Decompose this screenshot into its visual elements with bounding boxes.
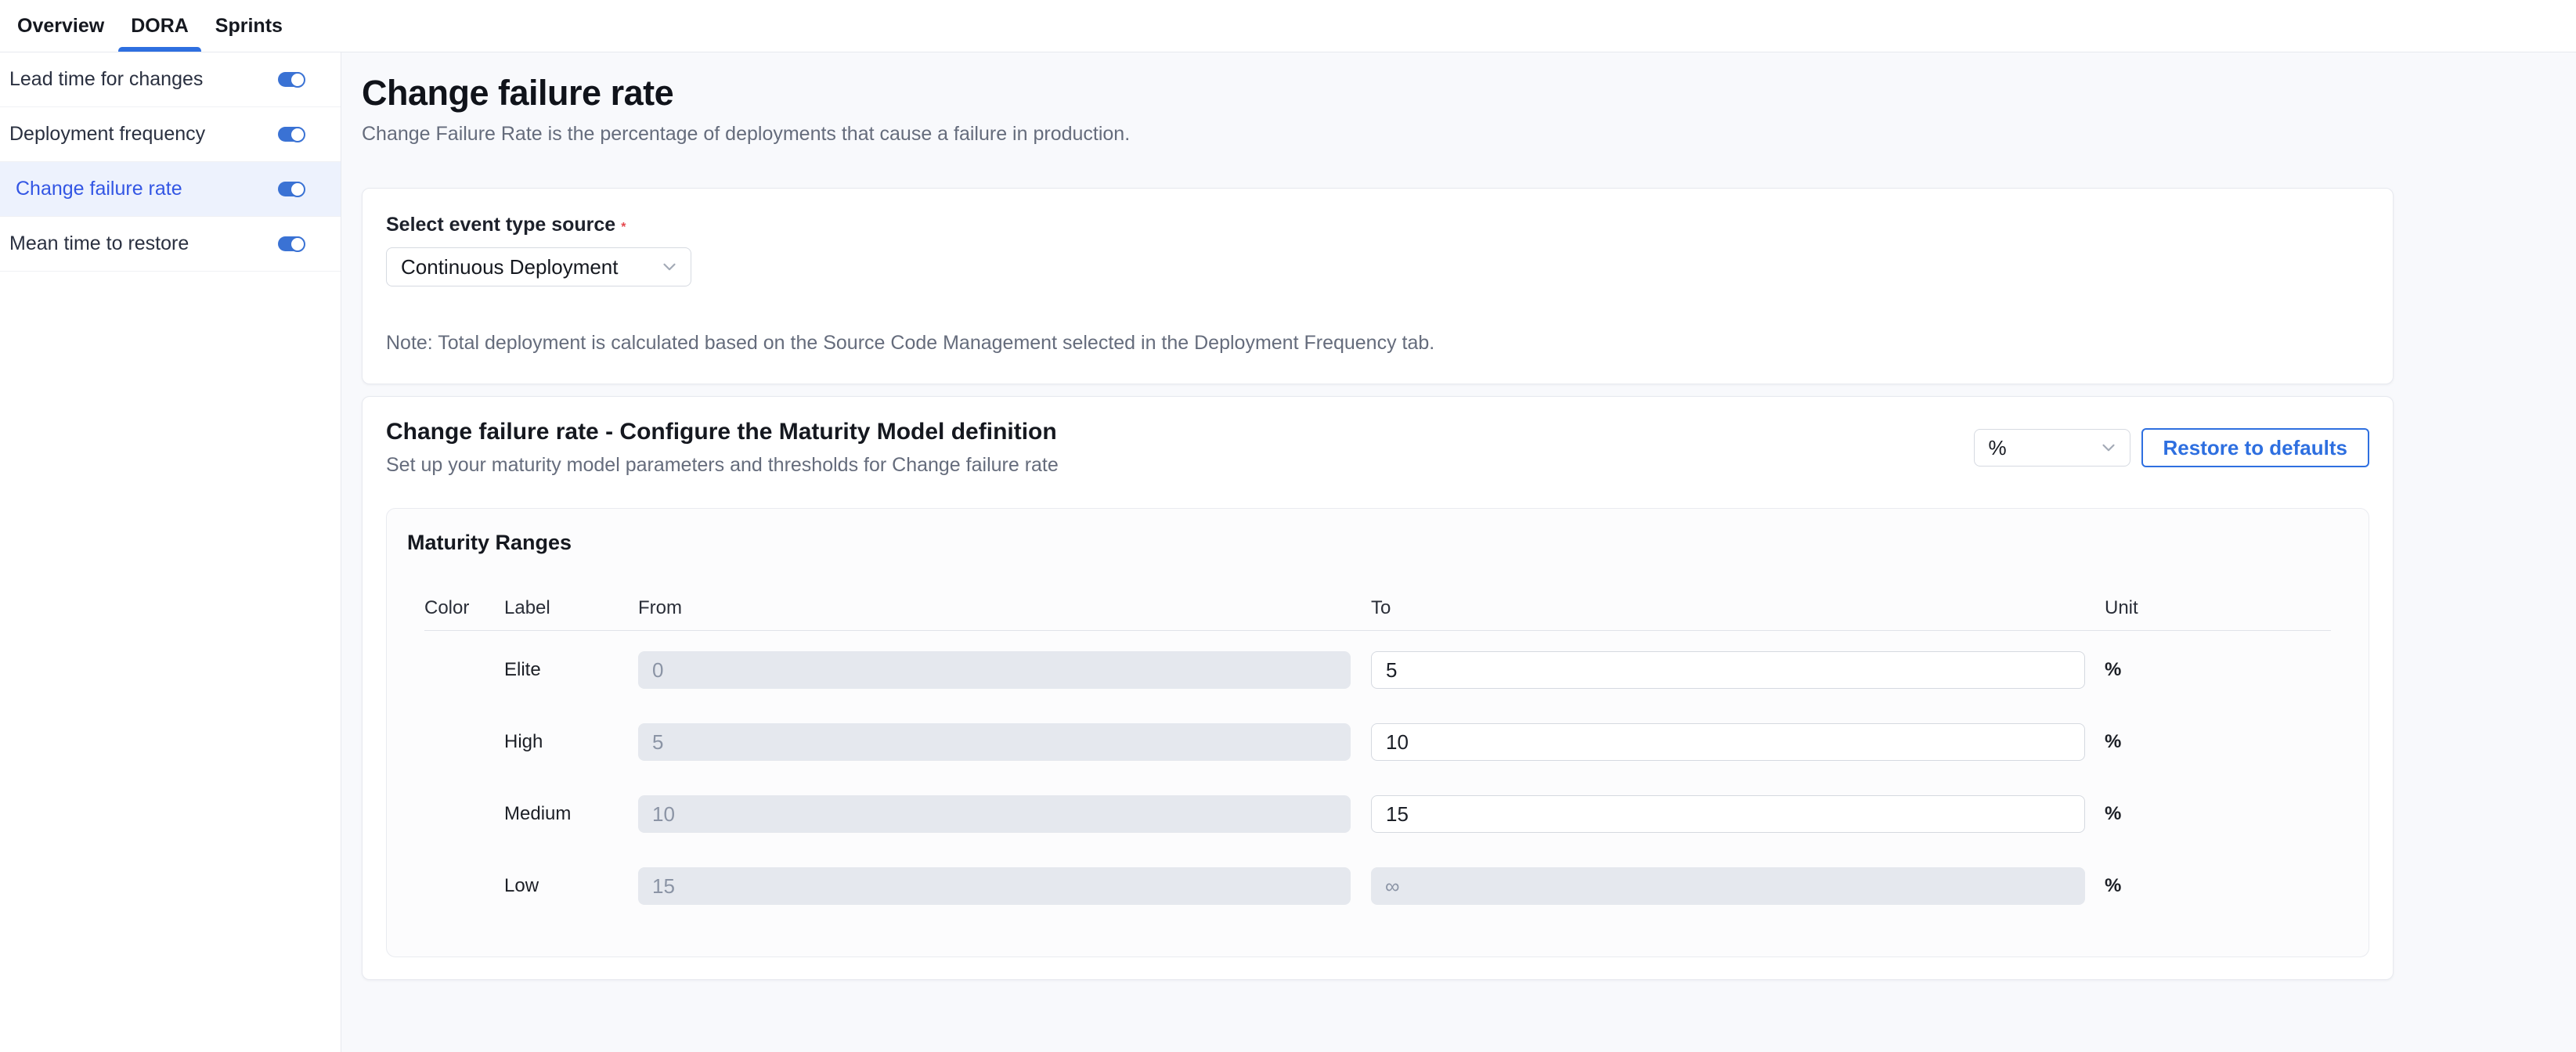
table-header-row: Color Label From To Unit xyxy=(424,597,2331,631)
range-from-input xyxy=(638,651,1351,689)
sidebar-item-mean-time-to-restore[interactable]: Mean time to restore xyxy=(0,217,341,272)
range-to-input[interactable] xyxy=(1371,723,2085,761)
page-description: Change Failure Rate is the percentage of… xyxy=(362,123,2394,146)
range-to-input[interactable] xyxy=(1371,795,2085,833)
range-label: High xyxy=(504,731,638,753)
maturity-range-row: Medium % xyxy=(424,795,2331,833)
toggle-change-failure-rate[interactable] xyxy=(278,182,305,196)
toggle-knob xyxy=(290,236,305,252)
range-unit: % xyxy=(2105,803,2331,825)
maturity-ranges-panel: Maturity Ranges Color Label From To Unit… xyxy=(386,508,2369,957)
top-tab-bar: Overview DORA Sprints xyxy=(0,0,2576,52)
sidebar-item-label: Change failure rate xyxy=(16,178,182,200)
tab-overview[interactable]: Overview xyxy=(17,0,104,52)
column-header-to: To xyxy=(1371,597,2105,619)
event-source-label: Select event type source xyxy=(386,214,615,236)
restore-to-defaults-button[interactable]: Restore to defaults xyxy=(2141,428,2370,467)
maturity-card-title: Change failure rate - Configure the Matu… xyxy=(386,419,1059,445)
chevron-down-icon xyxy=(2098,438,2119,458)
sidebar-item-lead-time-for-changes[interactable]: Lead time for changes xyxy=(0,52,341,107)
maturity-card-heading: Change failure rate - Configure the Matu… xyxy=(386,419,1059,477)
toggle-knob xyxy=(290,182,305,197)
range-from-input xyxy=(638,723,1351,761)
event-source-dropdown-value: Continuous Deployment xyxy=(401,255,619,279)
sidebar-item-change-failure-rate[interactable]: Change failure rate xyxy=(0,162,341,217)
column-header-unit: Unit xyxy=(2105,597,2331,619)
page-title: Change failure rate xyxy=(362,73,2394,113)
table-body: Elite % High % Medium % Low % xyxy=(424,651,2331,905)
sidebar-item-deployment-frequency[interactable]: Deployment frequency xyxy=(0,107,341,162)
range-unit: % xyxy=(2105,659,2331,681)
maturity-range-row: Elite % xyxy=(424,651,2331,689)
unit-dropdown-value: % xyxy=(1989,436,2007,460)
maturity-ranges-title: Maturity Ranges xyxy=(387,531,2369,555)
toggle-knob xyxy=(290,72,305,88)
sidebar-item-label: Deployment frequency xyxy=(9,123,205,146)
maturity-model-card: Change failure rate - Configure the Matu… xyxy=(362,396,2394,980)
maturity-range-row: High % xyxy=(424,723,2331,761)
toggle-mean-time-to-restore[interactable] xyxy=(278,236,305,251)
range-unit: % xyxy=(2105,875,2331,897)
range-unit: % xyxy=(2105,731,2331,753)
event-source-dropdown[interactable]: Continuous Deployment xyxy=(386,247,691,286)
range-label: Low xyxy=(504,875,638,897)
main-content: Change failure rate Change Failure Rate … xyxy=(341,52,2576,1052)
chevron-down-icon xyxy=(659,257,680,277)
event-source-card: Select event type source * Continuous Dep… xyxy=(362,188,2394,384)
range-label: Medium xyxy=(504,803,638,825)
tab-sprints[interactable]: Sprints xyxy=(215,0,283,52)
sidebar-item-label: Lead time for changes xyxy=(9,68,203,91)
column-header-label: Label xyxy=(504,597,638,619)
deployment-note: Note: Total deployment is calculated bas… xyxy=(386,332,2369,355)
toggle-deployment-frequency[interactable] xyxy=(278,127,305,142)
metrics-sidebar: Lead time for changes Deployment frequen… xyxy=(0,52,341,1052)
maturity-card-subtitle: Set up your maturity model parameters an… xyxy=(386,454,1059,477)
column-header-from: From xyxy=(638,597,1371,619)
sidebar-item-label: Mean time to restore xyxy=(9,232,189,255)
toggle-knob xyxy=(290,127,305,142)
range-to-input xyxy=(1371,867,2085,905)
required-asterisk: * xyxy=(621,221,626,234)
range-from-input xyxy=(638,795,1351,833)
range-label: Elite xyxy=(504,659,638,681)
range-to-input[interactable] xyxy=(1371,651,2085,689)
maturity-ranges-table: Color Label From To Unit Elite % High % … xyxy=(424,597,2331,905)
tab-dora[interactable]: DORA xyxy=(131,0,189,52)
toggle-lead-time-for-changes[interactable] xyxy=(278,72,305,87)
range-from-input xyxy=(638,867,1351,905)
maturity-range-row: Low % xyxy=(424,867,2331,905)
column-header-color: Color xyxy=(424,597,504,619)
unit-dropdown[interactable]: % xyxy=(1974,429,2130,467)
